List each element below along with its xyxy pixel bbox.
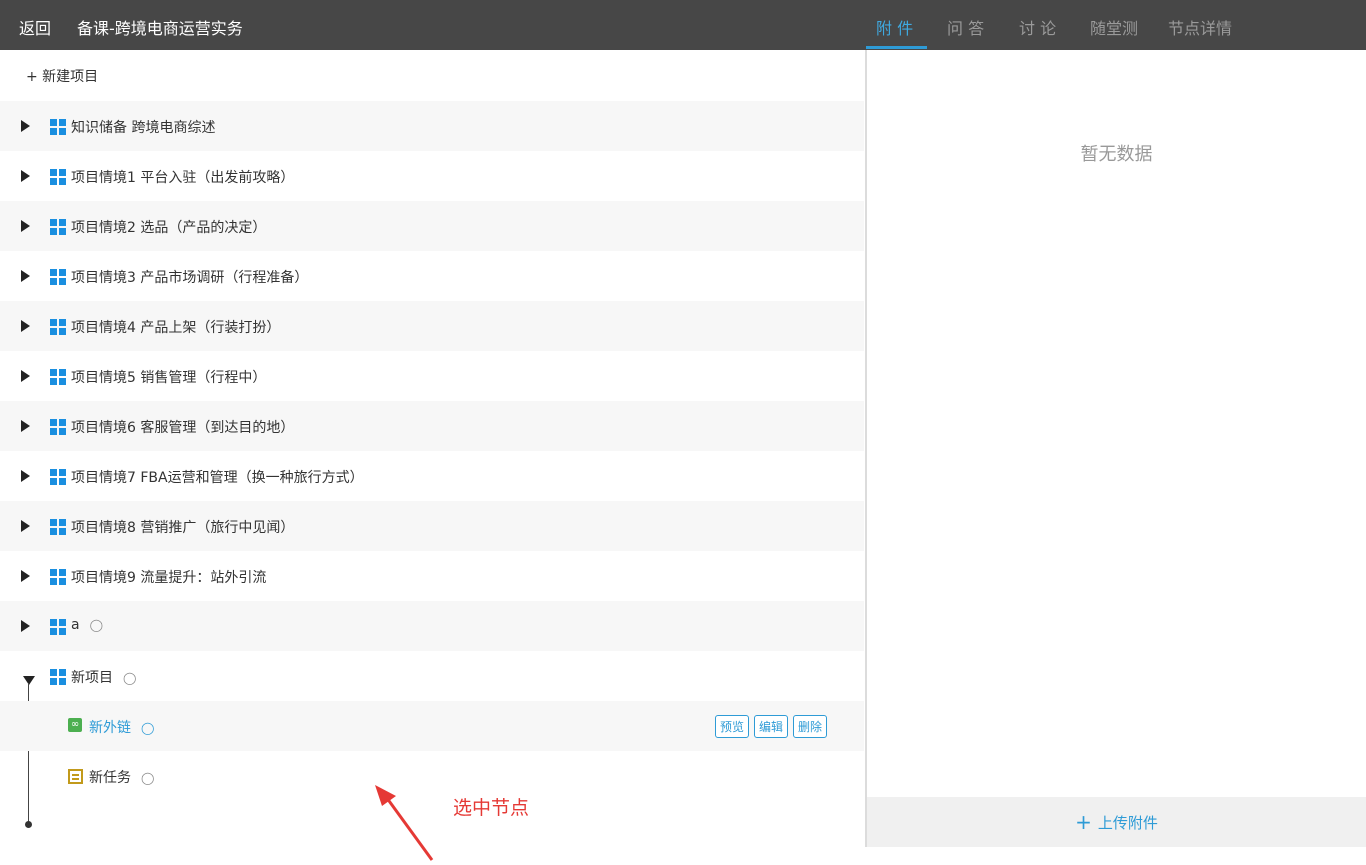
- project-label[interactable]: 项目情境3 产品市场调研（行程准备）: [71, 267, 308, 287]
- expand-caret-icon[interactable]: [21, 470, 30, 482]
- project-grid-icon: [50, 269, 66, 285]
- project-tree-panel: + 新建项目 知识储备 跨境电商综述 项目情境1 平台入驻（出发前攻略） 项目情…: [0, 50, 864, 861]
- project-label[interactable]: 项目情境5 销售管理（行程中）: [71, 367, 266, 387]
- expand-caret-icon[interactable]: [21, 320, 30, 332]
- back-button[interactable]: 返回: [19, 15, 51, 39]
- project-label[interactable]: 项目情境2 选品（产品的决定）: [71, 217, 266, 237]
- tree-row[interactable]: 项目情境4 产品上架（行装打扮）: [0, 301, 864, 351]
- project-label[interactable]: a ◯: [71, 617, 103, 633]
- tree-row[interactable]: 新项目 ◯: [0, 651, 864, 701]
- project-grid-icon: [50, 169, 66, 185]
- node-actions: 预览 编辑 删除: [714, 715, 827, 738]
- tree-row[interactable]: 项目情境5 销售管理（行程中）: [0, 351, 864, 401]
- expand-caret-icon[interactable]: [21, 270, 30, 282]
- project-grid-icon: [50, 569, 66, 585]
- project-label[interactable]: 项目情境4 产品上架（行装打扮）: [71, 317, 280, 337]
- expand-caret-icon[interactable]: [21, 570, 30, 582]
- new-project-button[interactable]: + 新建项目: [26, 66, 98, 86]
- tab-discussion[interactable]: 讨 论: [1019, 15, 1056, 39]
- tree-row[interactable]: 项目情境1 平台入驻（出发前攻略）: [0, 151, 864, 201]
- project-grid-icon: [50, 619, 66, 635]
- edit-button[interactable]: 编辑: [753, 715, 788, 738]
- person-icon: ◯: [89, 618, 104, 632]
- tree-child-row-selected[interactable]: ∞ 新外链 ◯ 预览 编辑 删除: [0, 701, 864, 751]
- collapse-caret-icon[interactable]: [23, 676, 35, 685]
- annotation-arrow-icon: [375, 785, 434, 861]
- expand-caret-icon[interactable]: [21, 520, 30, 532]
- course-title: 备课-跨境电商运营实务: [77, 19, 243, 38]
- tree-row[interactable]: 项目情境3 产品市场调研（行程准备）: [0, 251, 864, 301]
- tab-quiz[interactable]: 随堂测: [1090, 15, 1138, 39]
- expand-caret-icon[interactable]: [21, 170, 30, 182]
- person-icon: ◯: [141, 721, 155, 735]
- tree-row[interactable]: 项目情境2 选品（产品的决定）: [0, 201, 864, 251]
- tree-row[interactable]: 知识储备 跨境电商综述: [0, 101, 864, 151]
- upload-attachment-button[interactable]: + 上传附件: [867, 797, 1366, 847]
- top-bar: 返回 备课-跨境电商运营实务 附 件 问 答 讨 论 随堂测 节点详情: [0, 0, 1366, 50]
- tab-node-details[interactable]: 节点详情: [1168, 15, 1232, 39]
- project-grid-icon: [50, 369, 66, 385]
- project-label[interactable]: 项目情境7 FBA运营和管理（换一种旅行方式）: [71, 467, 364, 487]
- empty-state-text: 暂无数据: [1080, 144, 1153, 165]
- tree-row[interactable]: 项目情境9 流量提升：站外引流: [0, 551, 864, 601]
- plus-icon: +: [1075, 810, 1092, 834]
- child-label[interactable]: 新外链 ◯: [89, 717, 154, 737]
- tree-row[interactable]: 项目情境8 营销推广（旅行中见闻）: [0, 501, 864, 551]
- project-label[interactable]: 项目情境8 营销推广（旅行中见闻）: [71, 517, 294, 537]
- tree-row[interactable]: 项目情境6 客服管理（到达目的地）: [0, 401, 864, 451]
- project-grid-icon: [50, 669, 66, 685]
- link-icon: ∞: [68, 718, 82, 732]
- person-icon: ◯: [141, 771, 155, 785]
- preview-button[interactable]: 预览: [714, 715, 749, 738]
- expand-caret-icon[interactable]: [21, 620, 30, 632]
- project-label[interactable]: 项目情境9 流量提升：站外引流: [71, 567, 266, 587]
- tab-attachments[interactable]: 附 件: [876, 15, 913, 39]
- project-grid-icon: [50, 469, 66, 485]
- expand-caret-icon[interactable]: [21, 370, 30, 382]
- project-label[interactable]: 项目情境6 客服管理（到达目的地）: [71, 417, 294, 437]
- upload-label: 上传附件: [1097, 814, 1158, 832]
- project-grid-icon: [50, 319, 66, 335]
- child-label[interactable]: 新任务 ◯: [89, 767, 154, 787]
- expand-caret-icon[interactable]: [21, 420, 30, 432]
- tab-qa[interactable]: 问 答: [947, 15, 984, 39]
- expand-caret-icon[interactable]: [21, 120, 30, 132]
- tree-row[interactable]: 项目情境7 FBA运营和管理（换一种旅行方式）: [0, 451, 864, 501]
- person-icon: ◯: [123, 671, 137, 685]
- tree-connector-dot: [25, 821, 32, 828]
- child-label-text: 新外链: [89, 720, 131, 736]
- expand-caret-icon[interactable]: [21, 220, 30, 232]
- project-grid-icon: [50, 219, 66, 235]
- tree-row[interactable]: a ◯: [0, 601, 864, 651]
- annotation-label: 选中节点: [453, 797, 530, 819]
- project-label-text: a: [71, 617, 80, 633]
- project-grid-icon: [50, 119, 66, 135]
- active-tab-indicator: [866, 46, 927, 49]
- attachments-panel: 暂无数据 + 上传附件: [865, 50, 1366, 847]
- project-label[interactable]: 项目情境1 平台入驻（出发前攻略）: [71, 167, 294, 187]
- project-grid-icon: [50, 519, 66, 535]
- project-label[interactable]: 新项目 ◯: [71, 667, 136, 687]
- project-grid-icon: [50, 419, 66, 435]
- child-label-text: 新任务: [89, 770, 131, 786]
- task-icon: [68, 769, 83, 784]
- project-label[interactable]: 知识储备 跨境电商综述: [71, 117, 215, 137]
- project-label-text: 新项目: [71, 670, 113, 686]
- delete-button[interactable]: 删除: [792, 715, 827, 738]
